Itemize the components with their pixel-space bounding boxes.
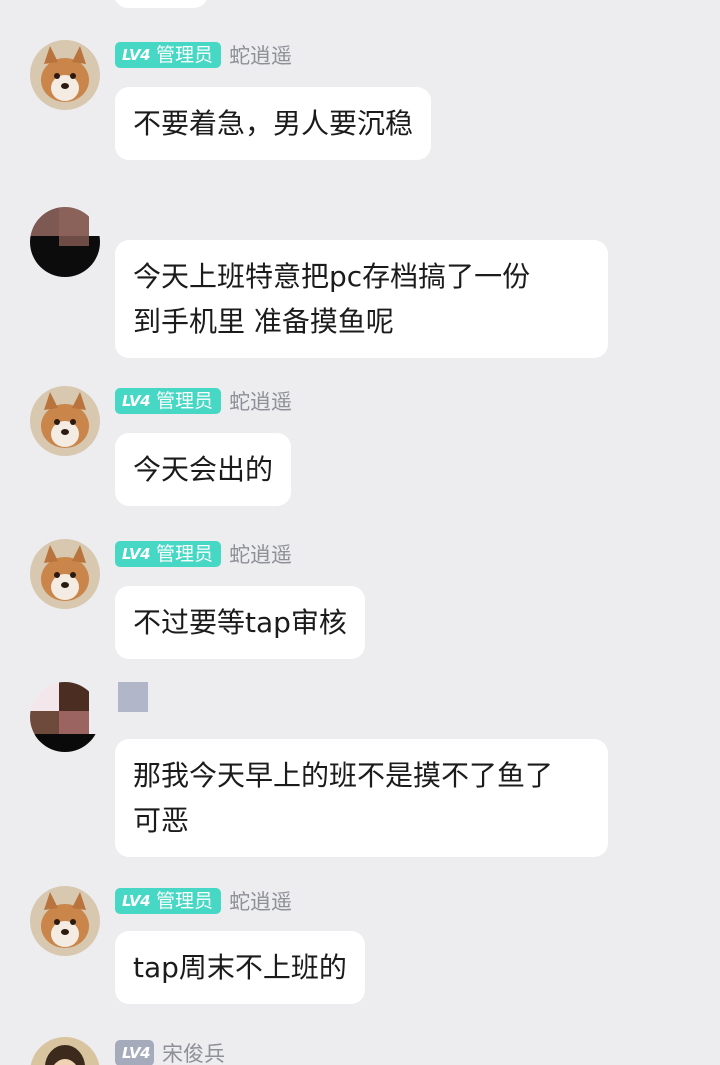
admin-level-badge: LV4 管理员 (115, 388, 222, 414)
user-avatar[interactable] (30, 207, 100, 277)
level-label: LV4 (122, 392, 151, 410)
admin-role-label: 管理员 (156, 890, 214, 912)
username[interactable]: 蛇逍遥 (229, 386, 292, 416)
message-bubble[interactable]: 不过要等tap审核 (115, 586, 365, 659)
admin-role-label: 管理员 (156, 390, 214, 412)
level-label: LV4 (122, 545, 151, 563)
admin-level-badge: LV4 管理员 (115, 541, 222, 567)
username[interactable]: 蛇逍遥 (229, 886, 292, 916)
admin-level-badge: LV4 管理员 (115, 42, 222, 68)
message-meta: LV4 管理员 蛇逍遥 (115, 887, 292, 915)
message-bubble[interactable]: 那我今天早上的班不是摸不了鱼了 可恶 (115, 739, 608, 857)
user-avatar[interactable] (30, 886, 100, 956)
level-label: LV4 (122, 1044, 151, 1062)
chat-message-list[interactable]: LV4 管理员 蛇逍遥 不要着急，男人要沉稳 今天上班特意把pc存档搞了一份 到… (0, 0, 720, 1065)
admin-role-label: 管理员 (156, 44, 214, 66)
username[interactable]: 蛇逍遥 (229, 40, 292, 70)
message-bubble[interactable]: 今天上班特意把pc存档搞了一份 到手机里 准备摸鱼呢 (115, 240, 608, 358)
message-bubble[interactable]: 不要着急，男人要沉稳 (115, 87, 432, 160)
username[interactable]: 宋俊兵 (162, 1038, 225, 1065)
user-avatar[interactable] (30, 40, 100, 110)
admin-role-label: 管理员 (156, 543, 214, 565)
message-bubble[interactable]: 今天会出的 (115, 433, 292, 506)
user-avatar[interactable] (30, 539, 100, 609)
level-label: LV4 (122, 46, 151, 64)
message-meta: LV4 管理员 蛇逍遥 (115, 387, 292, 415)
level-label: LV4 (122, 892, 151, 910)
user-avatar[interactable] (30, 1037, 100, 1065)
admin-level-badge: LV4 管理员 (115, 888, 222, 914)
message-meta: LV4 管理员 蛇逍遥 (115, 540, 292, 568)
message-meta: LV4 管理员 蛇逍遥 (115, 41, 292, 69)
previous-message-bubble[interactable] (114, 0, 208, 8)
username[interactable]: 蛇逍遥 (229, 539, 292, 569)
message-bubble[interactable]: tap周末不上班的 (115, 931, 365, 1004)
level-badge: LV4 (115, 1040, 155, 1065)
user-avatar[interactable] (30, 682, 100, 752)
hidden-username-placeholder (118, 682, 148, 712)
user-avatar[interactable] (30, 386, 100, 456)
message-meta: LV4 宋俊兵 (115, 1039, 225, 1065)
